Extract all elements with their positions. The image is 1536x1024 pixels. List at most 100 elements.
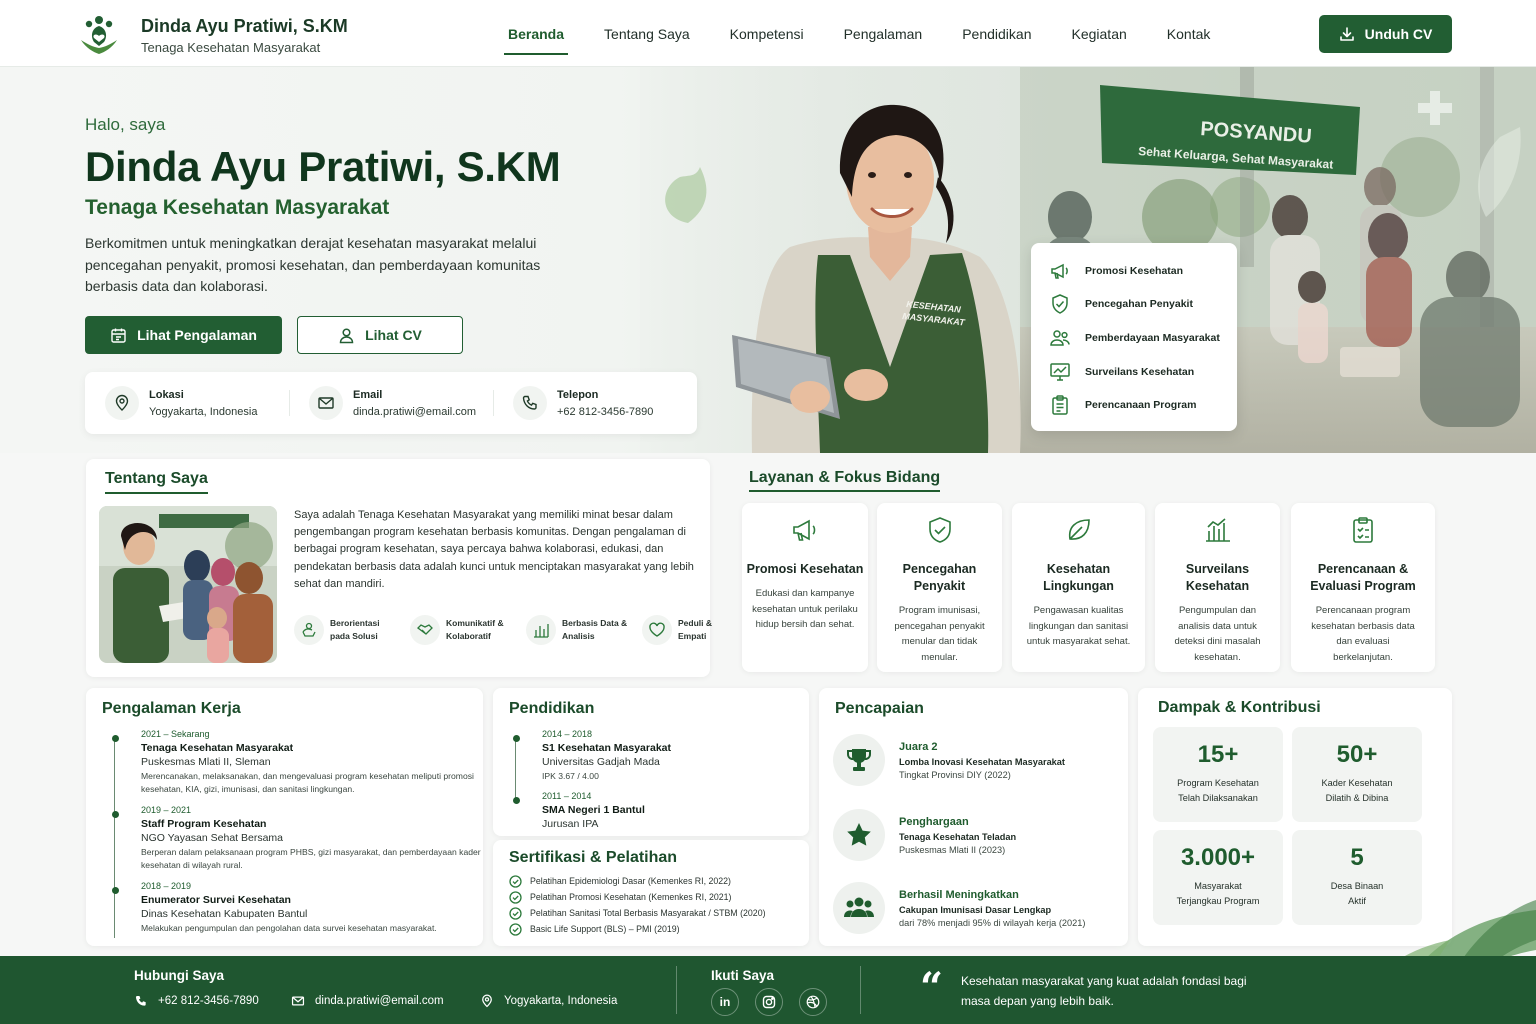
main-nav: Beranda Tentang Saya Kompetensi Pengalam…: [488, 0, 1230, 67]
megaphone-icon: [793, 519, 816, 541]
education-item: 2011 – 2014 SMA Negeri 1 Bantul Jurusan …: [513, 791, 802, 830]
education-year: 2011 – 2014: [542, 791, 592, 801]
stat-label-line2: Dilatih & Dibina: [1325, 792, 1389, 803]
trait-line2: Kolaboratif: [446, 631, 491, 641]
bar-chart-icon: [526, 615, 556, 645]
service-card-surveilans[interactable]: Surveilans Kesehatan Pengumpulan dan ana…: [1155, 503, 1280, 672]
solution-icon: [294, 615, 324, 645]
education-item: 2014 – 2018 S1 Kesehatan Masyarakat Univ…: [513, 729, 802, 783]
service-title: Promosi Kesehatan: [746, 562, 864, 576]
download-cv-button[interactable]: Unduh CV: [1319, 15, 1452, 53]
service-desc: Pengumpulan dan analisis data untuk dete…: [1174, 605, 1261, 663]
footer-phone[interactable]: +62 812-3456-7890: [134, 994, 259, 1008]
focus-item-label: Surveilans Kesehatan: [1085, 365, 1195, 378]
service-card-promosi[interactable]: Promosi Kesehatan Edukasi dan kampanye k…: [742, 503, 868, 672]
nav-kompetensi[interactable]: Kompetensi: [710, 0, 824, 67]
experience-year: 2021 – Sekarang: [141, 729, 210, 739]
trait-line2: Empati: [678, 631, 707, 641]
contact-phone-value[interactable]: +62 812-3456-7890: [557, 406, 653, 418]
achievement-item: Juara 2 Lomba Inovasi Kesehatan Masyaraka…: [833, 734, 1065, 786]
site-header: Dinda Ayu Pratiwi, S.KM Tenaga Kesehatan…: [0, 0, 1536, 67]
education-note: IPK 3.67 / 4.00: [542, 771, 599, 781]
footer-contact-title: Hubungi Saya: [134, 968, 225, 983]
trait-line1: Berbasis Data &: [562, 618, 628, 628]
footer-location: Yogyakarta, Indonesia: [480, 994, 617, 1008]
service-card-perencanaan[interactable]: Perencanaan & Evaluasi Program Perencana…: [1291, 503, 1435, 672]
experience-org: Puskesmas Mlati II, Sleman: [141, 756, 271, 768]
clipboard-icon: [1353, 517, 1373, 543]
view-cv-label: Lihat CV: [365, 327, 422, 343]
focus-item-label: Pemberdayaan Masyarakat: [1085, 331, 1220, 344]
stat-value: 5: [1350, 844, 1364, 871]
footer-quote: Kesehatan masyarakat yang kuat adalah fo…: [961, 974, 1247, 1008]
about-title: Tentang Saya: [105, 470, 208, 494]
view-cv-button[interactable]: Lihat CV: [297, 316, 463, 354]
service-card-lingkungan[interactable]: Kesehatan Lingkungan Pengawasan kualitas…: [1012, 503, 1145, 672]
certification-item: Pelatihan Epidemiologi Dasar (Kemenkes R…: [509, 873, 766, 889]
contact-email: Email dinda.pratiwi@email.com: [289, 386, 493, 420]
handshake-icon: [410, 615, 440, 645]
contact-location-label: Lokasi: [149, 388, 184, 401]
certification-label: Pelatihan Epidemiologi Dasar (Kemenkes R…: [530, 876, 731, 886]
phone-icon: [513, 386, 547, 420]
service-card-pencegahan[interactable]: Pencegahan Penyakit Program imunisasi, p…: [877, 503, 1002, 672]
trait-solusi: Berorientasi pada Solusi: [294, 615, 398, 645]
education-section: Pendidikan 2014 – 2018 S1 Kesehatan Masy…: [493, 688, 809, 836]
certification-item: Pelatihan Promosi Kesehatan (Kemenkes RI…: [509, 889, 766, 905]
footer-email[interactable]: dinda.pratiwi@email.com: [291, 994, 444, 1008]
education-school: Jurusan IPA: [542, 818, 599, 830]
education-degree: S1 Kesehatan Masyarakat: [542, 742, 671, 754]
hero-role: Tenaga Kesehatan Masyarakat: [85, 196, 390, 219]
nav-tentang-saya[interactable]: Tentang Saya: [584, 0, 710, 67]
shield-check-icon: [928, 517, 951, 543]
achievement-title: Juara 2: [899, 740, 938, 753]
stat-label-line1: Program Kesehatan: [1177, 778, 1259, 788]
achievements-title: Pencapaian: [835, 700, 924, 717]
brand-name[interactable]: Dinda Ayu Pratiwi, S.KM: [141, 16, 348, 37]
nav-beranda[interactable]: Beranda: [488, 0, 584, 67]
education-school: Universitas Gadjah Mada: [542, 756, 660, 768]
megaphone-icon: [1051, 263, 1068, 279]
focus-item-pemberdayaan: Pemberdayaan Masyarakat: [1049, 321, 1237, 355]
stat-value: 50+: [1336, 741, 1378, 768]
contact-location-value: Yogyakarta, Indonesia: [149, 405, 258, 418]
about-text: Saya adalah Tenaga Kesehatan Masyarakat …: [294, 509, 694, 590]
star-icon: [833, 809, 885, 861]
view-experience-label: Lihat Pengalaman: [137, 327, 257, 343]
brand-subtitle: Tenaga Kesehatan Masyarakat: [141, 40, 321, 55]
view-experience-button[interactable]: Lihat Pengalaman: [85, 316, 282, 354]
trait-komunikatif: Komunikatif & Kolaboratif: [410, 615, 514, 645]
location-pin-icon: [105, 386, 139, 420]
footer-phone-text: +62 812-3456-7890: [158, 995, 259, 1007]
experience-item: 2019 – 2021 Staff Program Kesehatan NGO …: [112, 805, 501, 872]
education-title: Pendidikan: [509, 700, 595, 717]
instagram-icon[interactable]: [755, 988, 783, 1016]
contact-email-value[interactable]: dinda.pratiwi@email.com: [353, 406, 476, 418]
experience-section: Pengalaman Kerja 2021 – Sekarang Tenaga …: [86, 688, 483, 946]
hero-greeting: Halo, saya: [85, 115, 166, 134]
achievement-title: Berhasil Meningkatkan: [899, 888, 1019, 901]
calendar-icon: [111, 328, 126, 343]
certification-item: Basic Life Support (BLS) – PMI (2019): [509, 921, 766, 937]
stat-value: 3.000+: [1180, 844, 1256, 871]
nav-pendidikan[interactable]: Pendidikan: [942, 0, 1051, 67]
achievement-subtitle: Cakupan Imunisasi Dasar Lengkap: [899, 904, 1052, 915]
dribbble-icon[interactable]: [799, 988, 827, 1016]
nav-pengalaman[interactable]: Pengalaman: [824, 0, 943, 67]
trait-line1: Komunikatif &: [446, 618, 504, 628]
experience-year: 2019 – 2021: [141, 805, 192, 815]
timeline-dot: [513, 797, 520, 804]
stat-label-line1: Masyarakat: [1194, 881, 1242, 891]
certification-label: Basic Life Support (BLS) – PMI (2019): [530, 924, 680, 934]
contact-location: Lokasi Yogyakarta, Indonesia: [85, 386, 289, 420]
service-title: Kesehatan Lingkungan: [1043, 562, 1114, 593]
experience-org: NGO Yayasan Sehat Bersama: [141, 832, 284, 844]
linkedin-icon[interactable]: in: [711, 988, 739, 1016]
experience-role: Staff Program Kesehatan: [141, 818, 267, 830]
heart-icon: [642, 615, 672, 645]
hero-name: Dinda Ayu Pratiwi, S.KM: [85, 143, 561, 190]
nav-kontak[interactable]: Kontak: [1147, 0, 1231, 67]
footer-location-text: Yogyakarta, Indonesia: [504, 995, 618, 1007]
nav-kegiatan[interactable]: Kegiatan: [1052, 0, 1147, 67]
logo-icon[interactable]: [78, 14, 120, 56]
